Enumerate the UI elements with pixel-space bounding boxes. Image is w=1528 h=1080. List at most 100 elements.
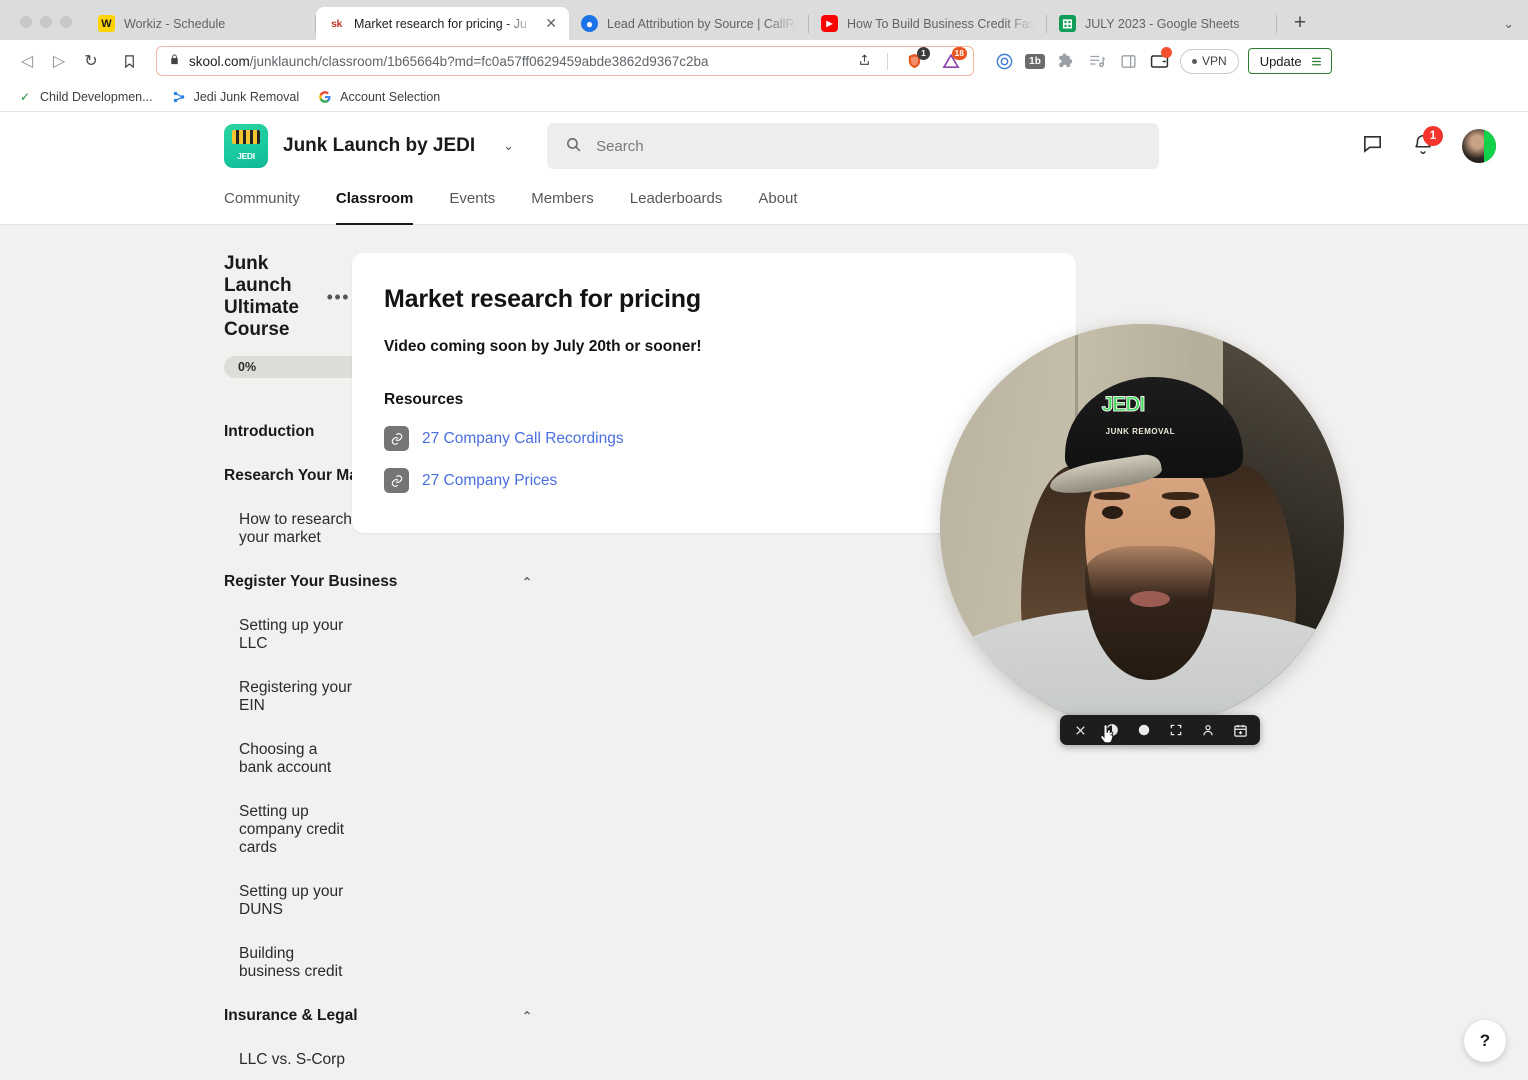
new-tab-button[interactable]: + xyxy=(1285,8,1315,38)
chat-bubble-icon[interactable] xyxy=(1361,132,1384,160)
close-tab-button[interactable]: ✕ xyxy=(545,15,557,32)
browser-tab-google-sheets[interactable]: ⊞ JULY 2023 - Google Sheets xyxy=(1047,7,1277,40)
extensions-puzzle-icon[interactable] xyxy=(1052,47,1080,75)
pause-icon[interactable] xyxy=(1102,720,1122,740)
tab-search-chevron-icon[interactable]: ⌄ xyxy=(1503,16,1514,32)
sidebar-item-llc-vs-s-corp[interactable]: LLC vs. S-Corp xyxy=(224,1038,352,1080)
bookmark-account-selection[interactable]: Account Selection xyxy=(310,86,447,108)
resource-link[interactable]: 27 Company Prices xyxy=(422,472,557,490)
section-title: Introduction xyxy=(224,423,315,440)
reload-button[interactable]: ↻ xyxy=(76,46,106,76)
course-sidebar: Junk Launch Ultimate Course ••• 0% Intro… xyxy=(0,253,534,1080)
toolbar-right-icons: 1b VPN Update xyxy=(990,47,1332,75)
tab-members[interactable]: Members xyxy=(531,180,594,225)
jedi-junk-removal-logo[interactable]: JEDI xyxy=(224,124,268,168)
video-eyebrow-left xyxy=(1093,491,1130,500)
url-path: /junklaunch/classroom/1b65664b?md=fc0a57… xyxy=(249,53,709,69)
bookmarks-bar: ✓ Child Developmen... Jedi Junk Removal xyxy=(0,82,1528,112)
vpn-button[interactable]: VPN xyxy=(1180,48,1239,74)
help-button[interactable]: ? xyxy=(1464,1020,1506,1062)
calendar-icon[interactable] xyxy=(1230,720,1250,740)
google-icon xyxy=(317,89,333,105)
course-title-row: Junk Launch Ultimate Course ••• xyxy=(224,253,352,341)
bookmark-icon[interactable] xyxy=(114,46,144,76)
search-icon xyxy=(565,136,582,157)
video-eyebrow-right xyxy=(1162,491,1199,500)
course-more-options-button[interactable]: ••• xyxy=(327,287,352,308)
section-title: Insurance & Legal xyxy=(224,1007,358,1024)
back-button[interactable]: ◁ xyxy=(12,46,42,76)
window-controls[interactable] xyxy=(6,16,86,40)
bookmark-label: Child Developmen... xyxy=(40,89,153,104)
browser-tab-callrail[interactable]: ● Lead Attribution by Source | CallRail xyxy=(569,7,809,40)
cap-subtext: JUNK REMOVAL xyxy=(1105,427,1176,437)
callrail-icon: ● xyxy=(581,15,598,32)
person-icon[interactable] xyxy=(1198,720,1218,740)
minimize-window-button[interactable] xyxy=(40,16,52,28)
close-icon[interactable] xyxy=(1070,720,1090,740)
forward-button[interactable]: ▷ xyxy=(44,46,74,76)
app-header: JEDI Junk Launch by JEDI ⌄ Search 1 Comm… xyxy=(0,112,1528,225)
bookmark-label: Jedi Junk Removal xyxy=(193,89,300,104)
lock-icon xyxy=(169,53,180,69)
update-button[interactable]: Update xyxy=(1247,48,1332,74)
bell-icon[interactable]: 1 xyxy=(1412,125,1443,160)
green-check-icon: ✓ xyxy=(19,89,31,104)
tab-title: JULY 2023 - Google Sheets xyxy=(1085,16,1240,31)
notification-count-badge: 1 xyxy=(1423,125,1443,146)
tab-leaderboards[interactable]: Leaderboards xyxy=(630,180,723,225)
extension-badge-count: 18 xyxy=(951,47,967,60)
fullscreen-icon[interactable] xyxy=(1166,720,1186,740)
browser-tab-youtube[interactable]: ▶ How To Build Business Credit Fast T xyxy=(809,7,1047,40)
brave-shields-icon[interactable]: 1 xyxy=(903,47,930,72)
webcam-toolbar xyxy=(1060,715,1260,745)
tab-strip: W Workiz - Schedule sk Market research f… xyxy=(0,0,1528,40)
browser-tab-market-research[interactable]: sk Market research for pricing - Ju ✕ xyxy=(316,7,569,40)
sidebar-item-how-to-research-your-market[interactable]: How to research your market xyxy=(224,498,352,560)
bookmark-child-development[interactable]: ✓ Child Developmen... xyxy=(10,86,160,108)
shield-badge-count: 1 xyxy=(917,47,930,60)
address-bar[interactable]: skool.com/junklaunch/classroom/1b65664b?… xyxy=(156,46,974,76)
sidebar-item-setting-up-company-credit-cards[interactable]: Setting up company credit cards xyxy=(224,790,352,870)
app-header-top-row: JEDI Junk Launch by JEDI ⌄ Search 1 xyxy=(0,112,1528,180)
record-icon[interactable] xyxy=(1134,720,1154,740)
blue-nodes-icon xyxy=(171,89,187,105)
profile-alert-dot xyxy=(1161,47,1172,58)
tab-community[interactable]: Community xyxy=(224,180,300,225)
lesson-title: Market research for pricing xyxy=(384,285,701,313)
user-avatar[interactable] xyxy=(1462,129,1496,163)
browser-tab-workiz[interactable]: W Workiz - Schedule xyxy=(86,7,316,40)
sidebar-toggle-icon[interactable] xyxy=(1114,47,1142,75)
tab-events[interactable]: Events xyxy=(449,180,495,225)
url-text: skool.com/junklaunch/classroom/1b65664b?… xyxy=(189,54,845,69)
tab-classroom[interactable]: Classroom xyxy=(335,180,414,225)
onetab-icon[interactable]: 1b xyxy=(1021,47,1049,75)
webcam-video-bubble[interactable]: JEDI JUNK REMOVAL xyxy=(940,324,1344,728)
brave-rewards-icon[interactable] xyxy=(990,47,1018,75)
cap-logo-text: JEDI xyxy=(1101,392,1146,416)
playlist-icon[interactable] xyxy=(1083,47,1111,75)
sidebar-item-setting-up-your-duns[interactable]: Setting up your DUNS xyxy=(224,870,352,932)
browser-toolbar: ◁ ▷ ↻ skool.com/junklaunch/classroom/1b6… xyxy=(0,40,1528,82)
extension-triangle-icon[interactable]: 18 xyxy=(940,47,967,72)
bookmark-jedi-junk-removal[interactable]: Jedi Junk Removal xyxy=(164,86,307,108)
tab-about[interactable]: About xyxy=(758,180,797,225)
sidebar-item-setting-up-your-llc[interactable]: Setting up your LLC xyxy=(224,604,352,666)
sidebar-item-registering-your-ein[interactable]: Registering your EIN xyxy=(224,666,352,728)
search-box[interactable] xyxy=(547,123,1160,169)
profile-card-icon[interactable] xyxy=(1145,47,1173,75)
close-window-button[interactable] xyxy=(20,16,32,28)
sidebar-item-choosing-a-bank-account[interactable]: Choosing a bank account xyxy=(224,728,352,790)
url-domain: skool.com xyxy=(189,53,250,69)
chevron-down-icon[interactable]: ⌄ xyxy=(503,138,514,154)
primary-nav-tabs: Community Classroom Events Members Leade… xyxy=(0,180,1528,225)
resource-link[interactable]: 27 Company Call Recordings xyxy=(422,430,624,448)
maximize-window-button[interactable] xyxy=(60,16,72,28)
search-input[interactable] xyxy=(596,137,1142,155)
google-sheets-icon: ⊞ xyxy=(1059,15,1076,32)
browser-menu-icon xyxy=(1311,57,1321,65)
share-icon[interactable] xyxy=(854,53,875,70)
browser-chrome: W Workiz - Schedule sk Market research f… xyxy=(0,0,1528,112)
tab-title: Market research for pricing - Ju xyxy=(354,16,527,31)
sidebar-item-building-business-credit[interactable]: Building business credit xyxy=(224,932,352,994)
